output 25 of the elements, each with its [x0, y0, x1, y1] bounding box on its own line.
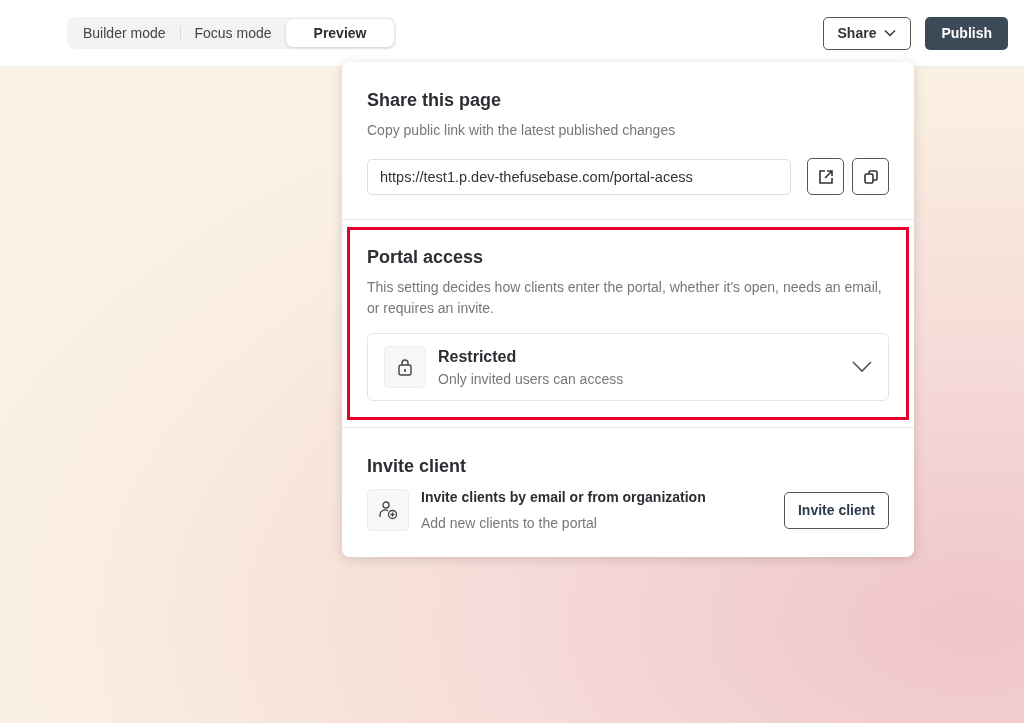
mode-tab[interactable]: Builder mode [69, 19, 180, 47]
share-button[interactable]: Share [822, 16, 912, 50]
invite-subtitle: Add new clients to the portal [421, 515, 598, 531]
chevron-down-icon [852, 361, 872, 373]
access-dropdown[interactable]: Restricted Only invited users can access [367, 333, 889, 401]
mode-tab[interactable]: Focus mode [180, 19, 286, 47]
option-subtitle: Only invited users can access [438, 370, 625, 387]
option-title: Restricted [438, 347, 518, 366]
invite-client-button[interactable]: Invite client [783, 491, 889, 529]
copy-button[interactable] [852, 158, 889, 195]
section-title: Share this page [367, 90, 503, 111]
chevron-down-icon [884, 29, 897, 37]
lock-icon [397, 358, 413, 376]
mode-tab[interactable]: Preview [285, 19, 395, 47]
section-title: Portal access [367, 247, 485, 268]
section-title: Invite client [367, 456, 468, 477]
external-link-icon [817, 168, 834, 185]
copy-icon [862, 168, 879, 185]
publish-button[interactable]: Publish [925, 16, 1008, 50]
section-description: This setting decides how clients enter the portal, whether it's open, needs an email, or requires an invite. [367, 278, 883, 318]
section-description: Copy public link with the latest published changes [367, 121, 677, 140]
add-user-icon [378, 500, 398, 520]
link-field[interactable]: https://test1.p.dev-thefusebase.com/portal-acess [367, 158, 791, 195]
invite-heading: Invite clients by email or from organization [421, 489, 707, 505]
open-link-button[interactable] [807, 158, 844, 195]
